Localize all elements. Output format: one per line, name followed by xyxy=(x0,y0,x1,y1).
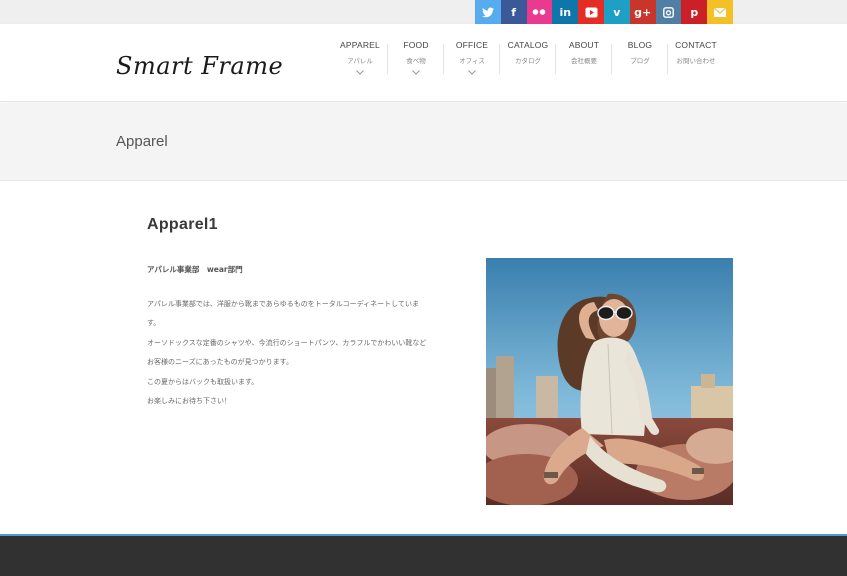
youtube-icon[interactable] xyxy=(578,0,604,24)
linkedin-icon[interactable]: in xyxy=(552,0,579,24)
chevron-down-icon xyxy=(468,70,476,75)
site-logo[interactable]: Smart Frame xyxy=(116,52,283,80)
nav-item-contact[interactable]: CONTACT お問い合わせ xyxy=(668,38,724,92)
nav-sublabel: カタログ xyxy=(515,57,541,65)
nav-label: ABOUT xyxy=(568,40,600,50)
paragraph-line: オーソドックスな定番のシャツや、今流行のショートパンツ、カラフルでかわいい靴など xyxy=(147,338,427,347)
flickr-icon[interactable] xyxy=(526,0,553,24)
paragraph-line: お客様のニーズにあったものが見つかります。 xyxy=(147,358,293,367)
site-footer xyxy=(0,534,847,576)
nav-sublabel: アパレル xyxy=(347,57,373,65)
nav-sublabel: 食べ物 xyxy=(406,57,426,65)
social-links: f in v g+ p xyxy=(475,0,733,24)
social-top-bar: f in v g+ p xyxy=(0,0,847,24)
nav-label: BLOG xyxy=(627,40,653,50)
chevron-down-icon xyxy=(412,70,420,75)
nav-sublabel: ブログ xyxy=(630,57,650,65)
instagram-icon[interactable] xyxy=(655,0,682,24)
body-text: アパレル事業部では、洋服から靴まであらゆるものをトータルコーディネートしていま … xyxy=(147,295,462,411)
nav-label: FOOD xyxy=(403,40,429,50)
paragraph-line: アパレル事業部では、洋服から靴まであらゆるものをトータルコーディネートしていま xyxy=(147,300,419,308)
site-header: Smart Frame APPAREL アパレル FOOD 食べ物 OFFICE… xyxy=(0,24,847,102)
nav-label: CONTACT xyxy=(675,40,717,50)
section-heading: Apparel1 xyxy=(147,216,218,233)
mail-icon[interactable] xyxy=(707,0,733,24)
nav-sublabel: お問い合わせ xyxy=(676,57,716,65)
section-subheading: アパレル事業部 wear部門 xyxy=(147,265,243,274)
twitter-icon[interactable] xyxy=(475,0,501,24)
nav-sublabel: オフィス xyxy=(459,57,485,65)
nav-item-office[interactable]: OFFICE オフィス xyxy=(444,38,500,92)
chevron-down-icon xyxy=(356,70,364,75)
nav-sublabel: 会社概要 xyxy=(571,57,597,65)
main-nav: APPAREL アパレル FOOD 食べ物 OFFICE オフィス CATALO… xyxy=(332,38,724,92)
google-plus-icon[interactable]: g+ xyxy=(629,0,656,24)
fashion-photo xyxy=(486,258,733,505)
nav-item-catalog[interactable]: CATALOG カタログ xyxy=(500,38,556,92)
page-title-band: Apparel xyxy=(0,103,847,181)
vimeo-icon[interactable]: v xyxy=(603,0,630,24)
paragraph-line: この夏からはバックも取扱います。 xyxy=(147,377,259,386)
page-title: Apparel xyxy=(116,133,168,150)
nav-label: OFFICE xyxy=(455,40,489,50)
nav-label: CATALOG xyxy=(507,40,549,50)
nav-label: APPAREL xyxy=(340,40,380,50)
nav-item-about[interactable]: ABOUT 会社概要 xyxy=(556,38,612,92)
nav-item-food[interactable]: FOOD 食べ物 xyxy=(388,38,444,92)
pinterest-icon[interactable]: p xyxy=(681,0,708,24)
nav-item-blog[interactable]: BLOG ブログ xyxy=(612,38,668,92)
nav-item-apparel[interactable]: APPAREL アパレル xyxy=(332,38,388,92)
main-content: Apparel1 アパレル事業部 wear部門 アパレル事業部では、洋服から靴ま… xyxy=(0,182,847,534)
paragraph-line: お楽しみにお待ち下さい！ xyxy=(147,397,231,406)
facebook-icon[interactable]: f xyxy=(500,0,527,24)
paragraph-line: す。 xyxy=(147,319,161,328)
